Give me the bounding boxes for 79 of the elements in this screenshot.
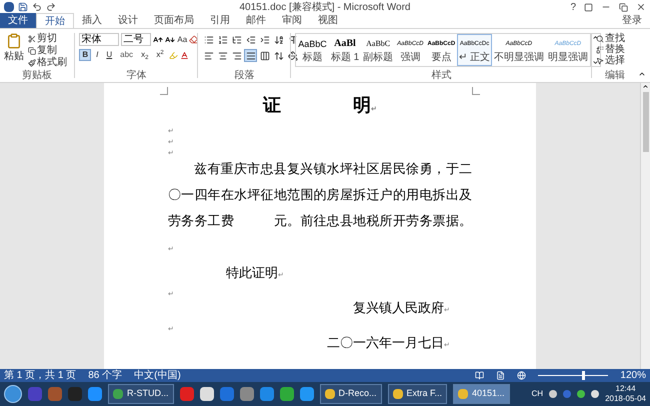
clipboard-button[interactable]: 格式刷 [28,57,67,69]
clock[interactable]: 12:44 2018-05-04 [605,384,646,404]
page-count: 第 1 页，共 1 页 [4,368,76,383]
app-icon[interactable] [88,387,102,401]
app-icon[interactable] [280,387,294,401]
editing-button[interactable]: 替换 [596,44,626,55]
scroll-down-icon[interactable] [592,59,599,66]
language-status: 中文(中国) [134,368,181,383]
pointer-icon [596,56,604,64]
scissors-icon [28,35,36,43]
font-color-icon[interactable] [180,50,189,60]
group-label: 样式 [430,70,452,82]
eraser-icon[interactable] [189,35,198,44]
file-tab[interactable]: 文件 [0,13,36,28]
clipboard-button[interactable]: 剪切 [28,33,67,45]
format-button[interactable]: U [103,49,116,61]
zoom-level[interactable]: 120% [620,368,646,383]
change-case-button[interactable]: Aa [177,34,188,46]
scrollbar-thumb[interactable] [642,92,648,152]
ribbon-tab[interactable]: 插入 [74,13,110,28]
app-icon[interactable] [200,387,214,401]
paintbrush-icon [28,59,36,67]
word-app-icon[interactable] [4,2,14,12]
taskbar-button[interactable]: R-STUD... [108,384,174,404]
word-count: 86 个字 [88,368,122,383]
scroll-up-icon[interactable] [642,83,649,90]
help-button[interactable]: ? [570,0,576,14]
paste-button[interactable]: 粘贴 [4,33,24,70]
font-size-field[interactable]: 二号 [121,33,152,46]
grow-font-icon[interactable] [153,34,164,44]
format-button[interactable]: abc [117,49,136,61]
ribbon-tab[interactable]: 邮件 [238,13,274,28]
group-label: 剪贴板 [21,70,54,82]
save-icon[interactable] [18,2,28,12]
clipboard-button[interactable]: 复制 [28,45,67,57]
format-button[interactable]: x$_{2}$ [138,49,152,61]
group-label: 编辑 [604,70,626,82]
taskbar-button[interactable]: Extra F... [388,384,448,404]
web-layout-icon[interactable] [517,371,526,380]
editing-button[interactable]: 查找 [596,33,626,44]
group-label: 段落 [233,70,256,82]
clipboard-icon [6,33,22,49]
app-icon[interactable] [300,387,314,401]
copy-icon [28,47,36,55]
ribbon-display-icon[interactable] [584,2,593,12]
start-button[interactable] [4,385,22,403]
editing-button[interactable]: 选择 [596,55,626,66]
ribbon-tab[interactable]: 引用 [202,13,238,28]
style-item[interactable]: AaBbC 副标题 [361,34,396,66]
shrink-font-icon[interactable] [165,34,176,44]
sign-in-link[interactable]: 登录 [614,13,650,28]
read-mode-icon[interactable] [475,371,484,380]
ribbon-tab[interactable]: 视图 [310,13,346,28]
group-label: 字体 [125,70,148,82]
restore-icon[interactable] [619,2,628,12]
align-icon[interactable] [258,49,272,62]
ribbon-tab[interactable]: 页面布局 [146,13,202,28]
redo-icon[interactable] [46,2,56,12]
close-icon[interactable] [636,2,646,12]
format-button[interactable]: B [79,49,92,61]
format-button[interactable]: I [93,49,102,61]
taskbar-button[interactable]: 40151... [453,384,510,404]
format-button[interactable]: x$^{2}$ [153,49,167,61]
scroll-up-icon[interactable] [592,34,599,41]
search-icon [596,34,604,42]
style-item[interactable]: AaBl 标题 1 [328,34,362,66]
replace-icon [596,46,604,54]
align-icon[interactable] [244,49,258,62]
ribbon-tab[interactable]: 开始 [36,13,74,28]
ribbon-tab[interactable]: 审阅 [274,13,310,28]
taskbar-button[interactable]: D-Reco... [320,384,382,404]
font-family-field[interactable]: 宋体 [79,33,120,46]
input-language[interactable]: CH [532,388,544,400]
ribbon-tab[interactable]: 设计 [110,13,146,28]
window-title: 40151.doc [兼容模式] - Microsoft Word [238,0,412,14]
print-layout-icon[interactable] [496,371,506,380]
undo-icon[interactable] [32,2,42,12]
collapse-ribbon-icon[interactable] [638,70,646,78]
style-item[interactable]: AaBbC 标题 [296,34,329,66]
